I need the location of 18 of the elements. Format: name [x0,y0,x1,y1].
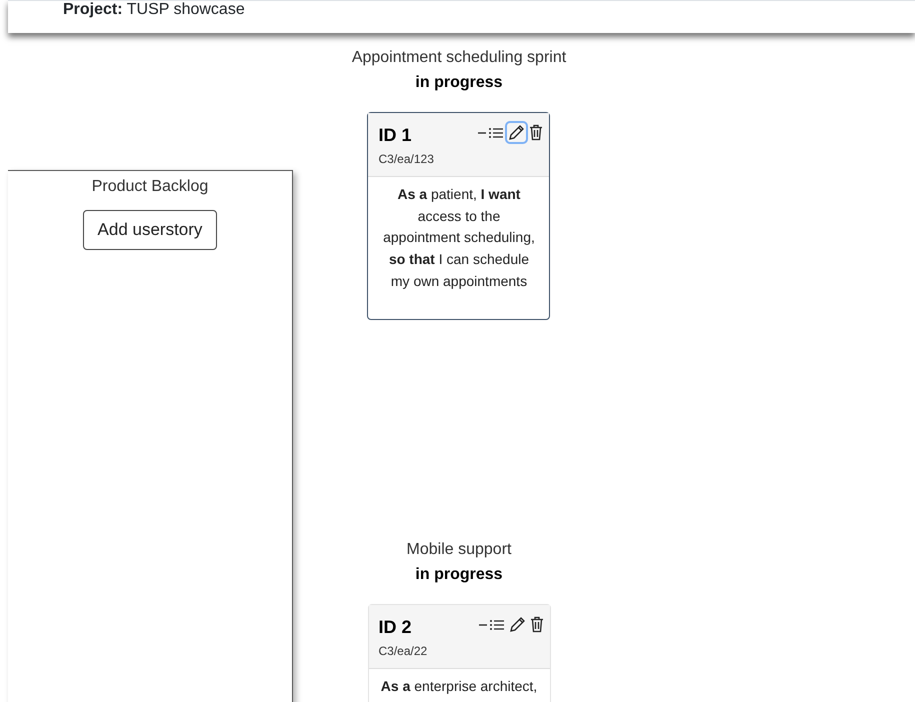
story-code: C3/ea/123 [378,152,434,166]
sprint-title: Appointment scheduling sprint [352,49,566,67]
sprint-status: in progress [415,566,503,584]
sprint-title: Mobile support [406,541,512,559]
add-userstory-button[interactable]: Add userstory [82,210,218,250]
story-id: ID 2 [378,617,412,638]
story-text: As a patient, I want access to the appointment scheduling, so that I can schedule my own appointments [382,185,536,291]
sprint-status: in progress [415,74,503,92]
story-id: ID 1 [378,125,412,146]
story-code: C3/ea/22 [378,644,428,658]
list-icon[interactable] [488,618,504,632]
trash-icon[interactable] [529,124,544,141]
story-text: As a enterprise architect, [380,677,538,696]
list-icon[interactable] [488,126,504,140]
trash-icon[interactable] [530,616,544,633]
edit-icon[interactable] [505,121,528,144]
panel-title: Product Backlog [92,178,208,196]
project-name: Project: TUSP showcase [63,1,245,19]
